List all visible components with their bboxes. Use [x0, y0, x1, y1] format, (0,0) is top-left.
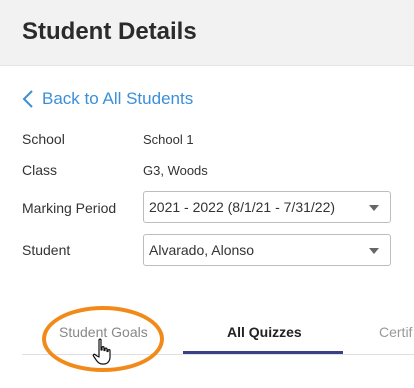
tab-certificates[interactable]: Certif	[379, 324, 412, 340]
school-value: School 1	[143, 132, 194, 147]
chevron-left-icon	[22, 88, 36, 110]
student-select[interactable]: Alvarado, Alonso	[143, 234, 391, 266]
page-title: Student Details	[22, 18, 197, 45]
class-label: Class	[22, 162, 58, 178]
student-value: Alvarado, Alonso	[149, 242, 255, 258]
marking-period-value: 2021 - 2022 (8/1/21 - 7/31/22)	[149, 199, 336, 215]
marking-period-select[interactable]: 2021 - 2022 (8/1/21 - 7/31/22)	[143, 191, 391, 223]
page-header: Student Details	[0, 0, 414, 66]
school-label: School	[22, 131, 65, 147]
back-to-students-link[interactable]: Back to All Students	[22, 86, 193, 112]
class-value: G3, Woods	[143, 163, 208, 178]
back-link-label: Back to All Students	[42, 89, 194, 108]
student-label: Student	[22, 242, 71, 258]
marking-period-label: Marking Period	[22, 200, 117, 216]
chevron-down-icon	[369, 205, 379, 211]
hand-pointer-icon	[92, 338, 111, 365]
chevron-down-icon	[369, 248, 379, 254]
tab-all-quizzes[interactable]: All Quizzes	[227, 324, 302, 340]
